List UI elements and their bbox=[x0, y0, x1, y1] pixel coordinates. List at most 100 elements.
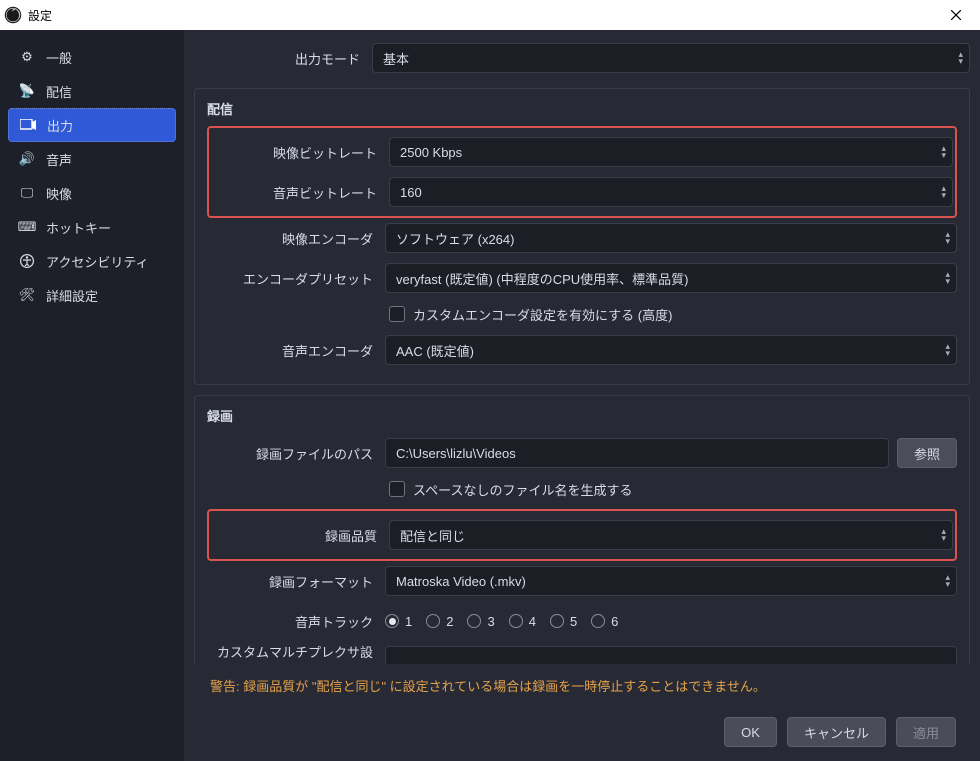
chevron-updown-icon: ▴▾ bbox=[941, 178, 946, 206]
audio-track-4[interactable]: 4 bbox=[509, 614, 536, 629]
sidebar-item-advanced[interactable]: 🛠 詳細設定 bbox=[8, 278, 176, 312]
audio-encoder-label: 音声エンコーダ bbox=[207, 341, 377, 360]
output-mode-select[interactable]: 基本 ▴▾ bbox=[372, 43, 970, 73]
video-bitrate-value: 2500 Kbps bbox=[400, 145, 462, 160]
encoder-preset-select[interactable]: veryfast (既定値) (中程度のCPU使用率、標準品質) ▴▾ bbox=[385, 263, 957, 293]
custom-mux-input[interactable] bbox=[385, 646, 957, 664]
close-button[interactable] bbox=[936, 0, 976, 30]
video-bitrate-label: 映像ビットレート bbox=[211, 143, 381, 162]
radio-icon bbox=[426, 614, 440, 628]
chevron-updown-icon: ▴▾ bbox=[945, 336, 950, 364]
sidebar-item-label: 配信 bbox=[46, 82, 72, 101]
streaming-group: 配信 映像ビットレート 2500 Kbps ▴▾ bbox=[194, 88, 970, 385]
recording-format-value: Matroska Video (.mkv) bbox=[396, 574, 526, 589]
video-encoder-select[interactable]: ソフトウェア (x264) ▴▾ bbox=[385, 223, 957, 253]
ok-button[interactable]: OK bbox=[724, 717, 777, 747]
sidebar-item-general[interactable]: ⚙ 一般 bbox=[8, 40, 176, 74]
audio-track-6[interactable]: 6 bbox=[591, 614, 618, 629]
sidebar-item-hotkeys[interactable]: ⌨ ホットキー bbox=[8, 210, 176, 244]
recording-quality-value: 配信と同じ bbox=[400, 526, 465, 545]
audio-track-5[interactable]: 5 bbox=[550, 614, 577, 629]
audio-bitrate-select[interactable]: 160 ▴▾ bbox=[389, 177, 953, 207]
recording-quality-highlight: 録画品質 配信と同じ ▴▾ bbox=[207, 509, 957, 561]
apply-button[interactable]: 適用 bbox=[896, 717, 956, 747]
chevron-updown-icon: ▴▾ bbox=[945, 224, 950, 252]
app-icon bbox=[4, 6, 22, 24]
main-panel: 出力モード 基本 ▴▾ 配信 映像ビットレート bbox=[184, 30, 980, 761]
sidebar-item-video[interactable]: 🖵 映像 bbox=[8, 176, 176, 210]
sidebar-item-audio[interactable]: 🔊 音声 bbox=[8, 142, 176, 176]
custom-encoder-checkbox-label: カスタムエンコーダ設定を有効にする (高度) bbox=[413, 305, 672, 324]
output-mode-value: 基本 bbox=[383, 49, 409, 68]
recording-path-label: 録画ファイルのパス bbox=[207, 444, 377, 463]
tools-icon: 🛠 bbox=[18, 287, 36, 303]
custom-encoder-checkbox[interactable] bbox=[389, 306, 405, 322]
video-encoder-value: ソフトウェア (x264) bbox=[396, 229, 514, 248]
antenna-icon: 📡 bbox=[18, 83, 36, 99]
audio-encoder-value: AAC (既定値) bbox=[396, 341, 474, 360]
sidebar-item-label: アクセシビリティ bbox=[46, 252, 149, 271]
radio-icon bbox=[550, 614, 564, 628]
recording-group-title: 録画 bbox=[195, 396, 969, 429]
titlebar: 設定 bbox=[0, 0, 980, 30]
audio-track-radios: 1 2 3 4 5 6 bbox=[385, 614, 957, 629]
output-mode-row: 出力モード 基本 ▴▾ bbox=[194, 38, 970, 78]
recording-path-input[interactable]: C:\Users\lizlu\Videos bbox=[385, 438, 889, 468]
audio-bitrate-value: 160 bbox=[400, 185, 422, 200]
output-mode-label: 出力モード bbox=[194, 49, 364, 68]
sidebar-item-label: 出力 bbox=[47, 116, 73, 135]
sidebar-item-label: 詳細設定 bbox=[46, 286, 98, 305]
audio-bitrate-label: 音声ビットレート bbox=[211, 183, 381, 202]
sidebar-item-label: 映像 bbox=[46, 184, 72, 203]
gear-icon: ⚙ bbox=[18, 49, 36, 65]
spinner-updown-icon: ▴▾ bbox=[941, 138, 946, 166]
window-title: 設定 bbox=[28, 7, 936, 24]
encoder-preset-label: エンコーダプリセット bbox=[207, 269, 377, 288]
audio-encoder-select[interactable]: AAC (既定値) ▴▾ bbox=[385, 335, 957, 365]
sidebar-item-accessibility[interactable]: アクセシビリティ bbox=[8, 244, 176, 278]
warning-text: 警告: 録画品質が "配信と同じ" に設定されている場合は録画を一時停止すること… bbox=[194, 664, 970, 707]
chevron-updown-icon: ▴▾ bbox=[941, 521, 946, 549]
no-space-filename-checkbox[interactable] bbox=[389, 481, 405, 497]
speaker-icon: 🔊 bbox=[18, 151, 36, 167]
recording-quality-select[interactable]: 配信と同じ ▴▾ bbox=[389, 520, 953, 550]
video-encoder-label: 映像エンコーダ bbox=[207, 229, 377, 248]
audio-track-1[interactable]: 1 bbox=[385, 614, 412, 629]
recording-format-select[interactable]: Matroska Video (.mkv) ▴▾ bbox=[385, 566, 957, 596]
output-icon bbox=[19, 119, 37, 131]
audio-track-label: 音声トラック bbox=[207, 612, 377, 631]
audio-track-2[interactable]: 2 bbox=[426, 614, 453, 629]
sidebar-item-output[interactable]: 出力 bbox=[8, 108, 176, 142]
radio-icon bbox=[509, 614, 523, 628]
custom-encoder-checkbox-row[interactable]: カスタムエンコーダ設定を有効にする (高度) bbox=[207, 298, 957, 330]
cancel-button[interactable]: キャンセル bbox=[787, 717, 886, 747]
video-bitrate-spinner[interactable]: 2500 Kbps ▴▾ bbox=[389, 137, 953, 167]
sidebar-item-stream[interactable]: 📡 配信 bbox=[8, 74, 176, 108]
keyboard-icon: ⌨ bbox=[18, 219, 36, 235]
no-space-filename-row[interactable]: スペースなしのファイル名を生成する bbox=[207, 473, 957, 505]
accessibility-icon bbox=[18, 254, 36, 268]
scroll-area[interactable]: 出力モード 基本 ▴▾ 配信 映像ビットレート bbox=[194, 38, 970, 664]
encoder-preset-value: veryfast (既定値) (中程度のCPU使用率、標準品質) bbox=[396, 269, 689, 288]
streaming-group-title: 配信 bbox=[195, 89, 969, 122]
sidebar-item-label: 一般 bbox=[46, 48, 72, 67]
recording-group: 録画 録画ファイルのパス C:\Users\lizlu\Videos 参照 bbox=[194, 395, 970, 664]
monitor-icon: 🖵 bbox=[18, 185, 36, 201]
custom-mux-label: カスタムマルチプレクサ設定 bbox=[207, 642, 377, 664]
chevron-updown-icon: ▴▾ bbox=[958, 44, 963, 72]
recording-quality-label: 録画品質 bbox=[211, 526, 381, 545]
chevron-updown-icon: ▴▾ bbox=[945, 264, 950, 292]
recording-format-label: 録画フォーマット bbox=[207, 572, 377, 591]
sidebar-item-label: 音声 bbox=[46, 150, 72, 169]
browse-button[interactable]: 参照 bbox=[897, 438, 957, 468]
no-space-filename-label: スペースなしのファイル名を生成する bbox=[413, 480, 632, 499]
footer: OK キャンセル 適用 bbox=[194, 707, 970, 761]
radio-icon bbox=[385, 614, 399, 628]
recording-path-value: C:\Users\lizlu\Videos bbox=[396, 446, 516, 461]
radio-icon bbox=[467, 614, 481, 628]
radio-icon bbox=[591, 614, 605, 628]
streaming-bitrate-highlight: 映像ビットレート 2500 Kbps ▴▾ 音声ビットレート bbox=[207, 126, 957, 218]
sidebar: ⚙ 一般 📡 配信 出力 🔊 音声 🖵 映像 ⌨ ホットキー bbox=[0, 30, 184, 761]
audio-track-3[interactable]: 3 bbox=[467, 614, 494, 629]
chevron-updown-icon: ▴▾ bbox=[945, 567, 950, 595]
